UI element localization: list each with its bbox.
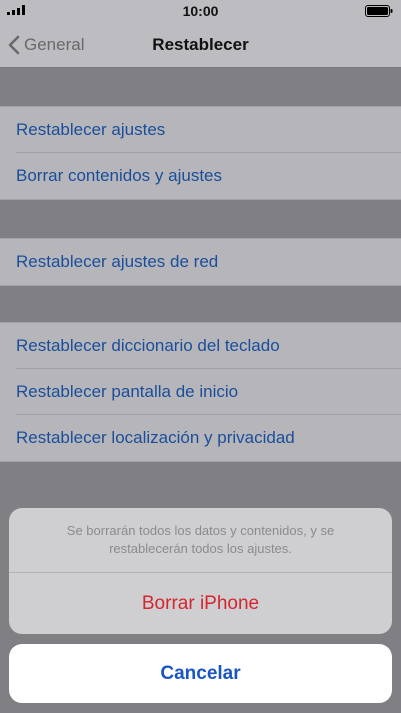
battery-icon xyxy=(365,5,393,17)
reset-keyboard-dictionary-item[interactable]: Restablecer diccionario del teclado xyxy=(0,323,401,369)
reset-home-screen-label: Restablecer pantalla de inicio xyxy=(16,382,239,401)
navigation-bar: General Restablecer xyxy=(0,22,401,68)
reset-location-privacy-label: Restablecer localización y privacidad xyxy=(16,428,295,447)
status-bar: 10:00 xyxy=(0,0,401,22)
erase-iphone-button[interactable]: Borrar iPhone xyxy=(9,573,392,634)
settings-group-2: Restablecer ajustes de red xyxy=(0,238,401,286)
page-title: Restablecer xyxy=(152,35,249,54)
erase-all-content-label: Borrar contenidos y ajustes xyxy=(16,166,222,185)
reset-keyboard-dictionary-label: Restablecer diccionario del teclado xyxy=(16,336,280,355)
settings-group-1: Restablecer ajustes Borrar contenidos y … xyxy=(0,106,401,200)
cancel-button[interactable]: Cancelar xyxy=(9,644,392,703)
reset-location-privacy-item[interactable]: Restablecer localización y privacidad xyxy=(0,415,401,461)
action-sheet: Se borrarán todos los datos y contenidos… xyxy=(9,508,392,634)
status-time: 10:00 xyxy=(182,3,219,19)
settings-group-3: Restablecer diccionario del teclado Rest… xyxy=(0,322,401,462)
reset-network-settings-item[interactable]: Restablecer ajustes de red xyxy=(0,239,401,285)
reset-settings-label: Restablecer ajustes xyxy=(16,120,166,139)
reset-network-settings-label: Restablecer ajustes de red xyxy=(16,252,219,271)
reset-settings-item[interactable]: Restablecer ajustes xyxy=(0,107,401,153)
action-sheet-message: Se borrarán todos los datos y contenidos… xyxy=(9,508,392,573)
erase-all-content-item[interactable]: Borrar contenidos y ajustes xyxy=(0,153,401,199)
reset-home-screen-item[interactable]: Restablecer pantalla de inicio xyxy=(0,369,401,415)
